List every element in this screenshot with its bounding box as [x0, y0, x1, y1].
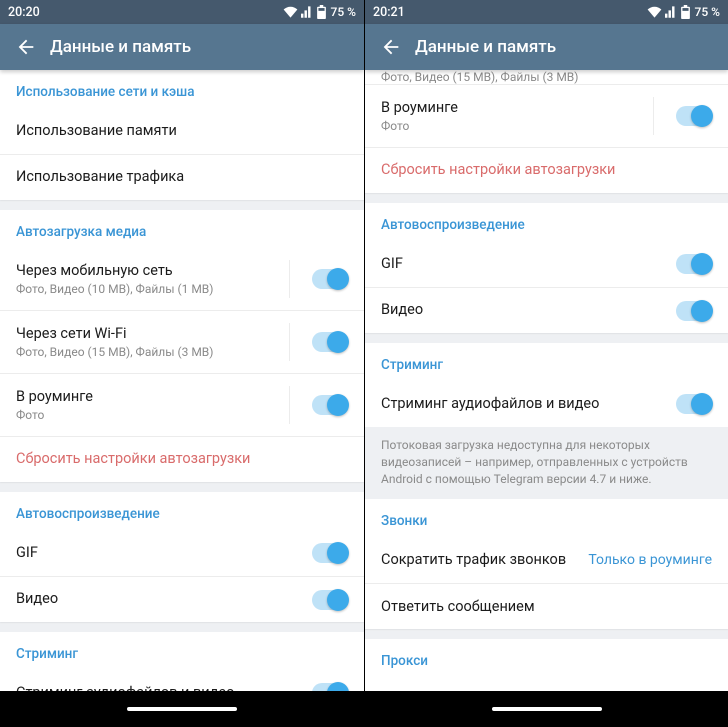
status-icons: 75 % — [283, 5, 356, 19]
toggle-video[interactable] — [312, 590, 348, 610]
section-header: Автовоспроизведение — [365, 203, 728, 241]
battery-icon — [317, 5, 326, 19]
row-proxy-settings[interactable]: Настройки прокси — [365, 677, 728, 691]
navbar — [0, 691, 364, 727]
arrow-left-icon — [15, 36, 37, 58]
toggle-roaming[interactable] — [676, 106, 712, 126]
section-header: Стриминг — [365, 343, 728, 381]
row-less-data-calls[interactable]: Сократить трафик звонков Только в роумин… — [365, 537, 728, 583]
row-streaming[interactable]: Стриминг аудиофайлов и видео — [0, 670, 364, 691]
status-icons: 75 % — [647, 5, 720, 19]
row-memory-usage[interactable]: Использование памяти — [0, 108, 364, 154]
section-autodownload-tail: Фото, Видео (15 MB), Файлы (3 MB) В роум… — [365, 70, 728, 193]
home-indicator[interactable] — [127, 707, 237, 711]
section-usage: Использование сети и кэша Использование … — [0, 70, 364, 200]
section-header: Использование сети и кэша — [0, 70, 364, 108]
row-gif[interactable]: GIF — [0, 530, 364, 576]
back-button[interactable] — [371, 27, 411, 67]
page-title: Данные и память — [50, 37, 191, 57]
wifi-sub-partial: Фото, Видео (15 MB), Файлы (3 MB) — [365, 70, 728, 84]
section-header: Автозагрузка медиа — [0, 210, 364, 248]
section-streaming: Стриминг Стриминг аудиофайлов и видео — [0, 632, 364, 691]
section-header: Автовоспроизведение — [0, 492, 364, 530]
streaming-note: Потоковая загрузка недоступна для некото… — [365, 427, 728, 499]
row-roaming[interactable]: В роуминге Фото — [365, 84, 728, 147]
phone-right: 20:21 75 % Данные и память Фото, Видео (… — [364, 0, 728, 727]
statusbar: 20:21 75 % — [365, 0, 728, 24]
section-header: Прокси — [365, 639, 728, 677]
phone-left: 20:20 75 % Данные и память Использование… — [0, 0, 364, 727]
section-header: Стриминг — [0, 632, 364, 670]
navbar — [365, 691, 728, 727]
row-mobile-data[interactable]: Через мобильную сеть Фото, Видео (10 MB)… — [0, 248, 364, 310]
toggle-video[interactable] — [676, 301, 712, 321]
statusbar: 20:20 75 % — [0, 0, 364, 24]
signal-icon — [665, 6, 678, 18]
row-reset-autodownload[interactable]: Сбросить настройки автозагрузки — [365, 147, 728, 193]
content: Использование сети и кэша Использование … — [0, 70, 364, 691]
wifi-icon — [283, 6, 298, 18]
appbar: Данные и память — [365, 24, 728, 70]
back-button[interactable] — [6, 27, 46, 67]
section-autoplay: Автовоспроизведение GIF Видео — [0, 492, 364, 622]
wifi-icon — [647, 6, 662, 18]
battery-pct: 75 % — [331, 5, 356, 19]
row-wifi[interactable]: Через сети Wi-Fi Фото, Видео (15 MB), Фа… — [0, 310, 364, 373]
appbar: Данные и память — [0, 24, 364, 70]
content: Фото, Видео (15 MB), Файлы (3 MB) В роум… — [365, 70, 728, 691]
section-proxy: Прокси Настройки прокси — [365, 639, 728, 691]
section-calls: Звонки Сократить трафик звонков Только в… — [365, 499, 728, 629]
toggle-roaming[interactable] — [312, 395, 348, 415]
battery-icon — [681, 5, 690, 19]
section-autodownload: Автозагрузка медиа Через мобильную сеть … — [0, 210, 364, 482]
toggle-gif[interactable] — [312, 543, 348, 563]
row-streaming[interactable]: Стриминг аудиофайлов и видео — [365, 381, 728, 427]
toggle-gif[interactable] — [676, 254, 712, 274]
page-title: Данные и память — [415, 37, 556, 57]
section-streaming: Стриминг Стриминг аудиофайлов и видео — [365, 343, 728, 427]
toggle-wifi[interactable] — [312, 332, 348, 352]
toggle-streaming[interactable] — [676, 394, 712, 414]
section-autoplay: Автовоспроизведение GIF Видео — [365, 203, 728, 333]
row-video[interactable]: Видео — [0, 576, 364, 622]
status-time: 20:20 — [8, 5, 40, 20]
row-reset-autodownload[interactable]: Сбросить настройки автозагрузки — [0, 436, 364, 482]
signal-icon — [301, 6, 314, 18]
row-answer-with-message[interactable]: Ответить сообщением — [365, 583, 728, 629]
toggle-streaming[interactable] — [312, 683, 348, 691]
row-video[interactable]: Видео — [365, 287, 728, 333]
row-gif[interactable]: GIF — [365, 241, 728, 287]
row-roaming[interactable]: В роуминге Фото — [0, 373, 364, 436]
toggle-mobile[interactable] — [312, 269, 348, 289]
home-indicator[interactable] — [492, 707, 602, 711]
arrow-left-icon — [380, 36, 402, 58]
battery-pct: 75 % — [695, 5, 720, 19]
row-value: Только в роуминге — [588, 552, 712, 568]
status-time: 20:21 — [373, 5, 405, 20]
section-header: Звонки — [365, 499, 728, 537]
row-traffic-usage[interactable]: Использование трафика — [0, 154, 364, 200]
